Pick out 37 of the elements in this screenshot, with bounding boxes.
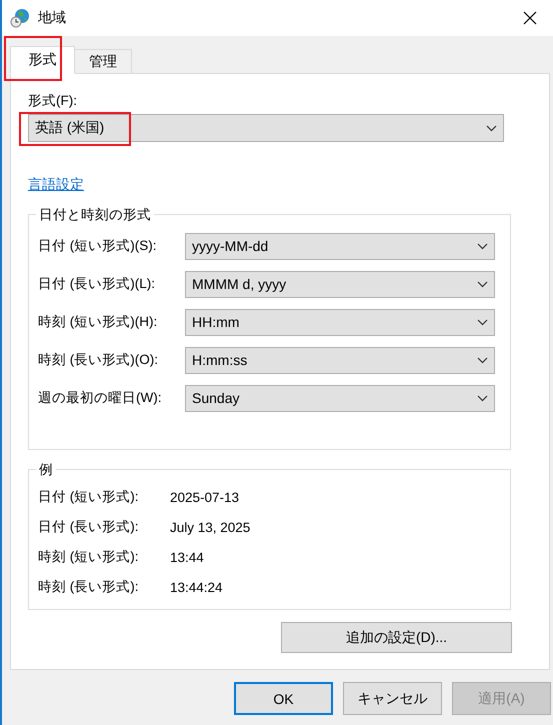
example-label: 時刻 (長い形式): [38, 578, 140, 596]
example-value: 13:44 [170, 550, 204, 564]
tab[interactable]: 形式 [10, 46, 75, 74]
group-title: 例 [36, 461, 56, 479]
window-title: 地域 [38, 9, 67, 27]
language-settings-link[interactable]: 言語設定 [28, 176, 84, 194]
chevron-down-icon [477, 318, 488, 326]
example-value: 13:44:24 [170, 580, 223, 594]
field-label: 日付 (長い形式)(L): [38, 275, 156, 293]
format-dropdown[interactable]: H:mm:ss [185, 346, 495, 374]
example-label: 日付 (短い形式): [38, 488, 140, 506]
example-value: 2025-07-13 [170, 490, 240, 504]
tab[interactable]: 管理 [74, 49, 132, 73]
format-dropdown[interactable]: 英語 (米国) [28, 114, 504, 142]
field-label: 日付 (短い形式)(S): [38, 237, 158, 255]
example-label: 時刻 (短い形式): [38, 548, 140, 566]
chevron-down-icon [477, 394, 488, 402]
chevron-down-icon [477, 242, 488, 250]
additional-settings-button[interactable]: 追加の設定(D)... [281, 622, 512, 653]
chevron-down-icon [477, 280, 488, 288]
field-label: 時刻 (長い形式)(O): [38, 351, 159, 369]
format-dropdown[interactable]: yyyy-MM-dd [185, 232, 495, 260]
example-label: 日付 (長い形式): [38, 518, 140, 536]
format-dropdown[interactable]: MMMM d, yyyy [185, 270, 495, 298]
field-label: 週の最初の曜日(W): [38, 389, 162, 407]
chevron-down-icon [477, 356, 488, 364]
chevron-down-icon [486, 124, 497, 132]
format-dropdown[interactable]: Sunday [185, 384, 495, 412]
format-dropdown[interactable]: HH:mm [185, 308, 495, 336]
field-label: 時刻 (短い形式)(H): [38, 313, 158, 331]
dialog-button[interactable]: OK [234, 682, 333, 715]
globe-clock-icon [10, 8, 30, 28]
format-label: 形式(F): [28, 92, 78, 110]
close-icon [523, 11, 537, 25]
example-value: July 13, 2025 [170, 520, 250, 534]
dialog-button[interactable]: キャンセル [343, 682, 442, 715]
group-title: 日付と時刻の形式 [36, 206, 154, 224]
